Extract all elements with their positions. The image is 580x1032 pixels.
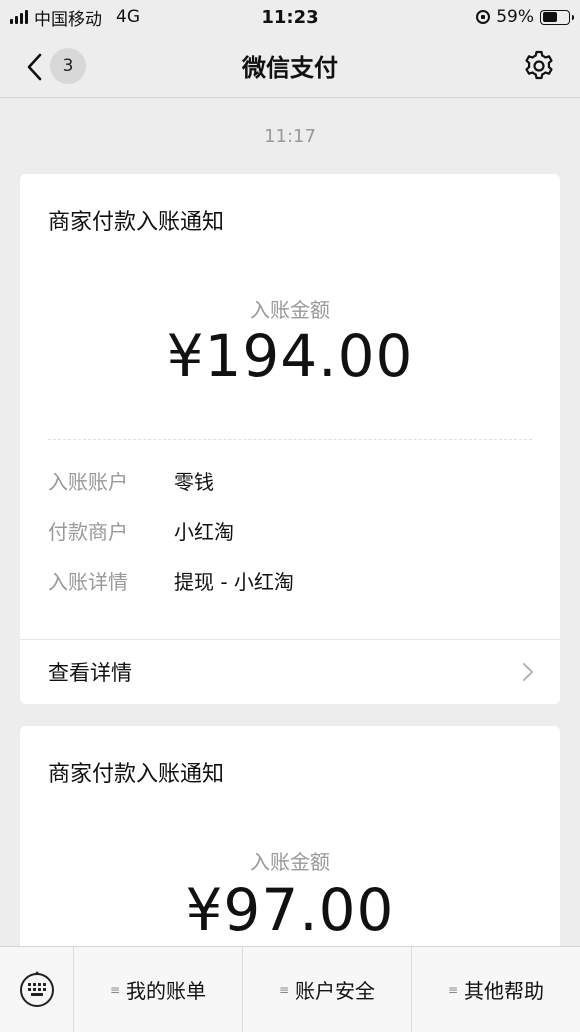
detail-value: 提现 - 小红淘	[174, 570, 294, 594]
detail-value: 零钱	[174, 470, 214, 494]
view-details-label: 查看详情	[48, 661, 132, 685]
card-title: 商家付款入账通知	[48, 210, 225, 235]
status-right: 59%	[476, 7, 574, 27]
dashed-divider	[48, 439, 532, 440]
menu-item-my-bills[interactable]: ≡ 我的账单	[74, 947, 243, 1032]
battery-icon	[540, 9, 574, 25]
menu-item-label: 我的账单	[126, 979, 207, 1003]
signal-icon	[10, 10, 28, 24]
detail-label: 付款商户	[48, 520, 128, 544]
status-left: 中国移动 4G	[10, 5, 140, 30]
keyboard-icon	[19, 970, 54, 1007]
settings-button[interactable]	[522, 49, 556, 83]
amount-label: 入账金额	[250, 298, 330, 322]
detail-label: 入账账户	[48, 470, 128, 494]
status-bar: 中国移动 4G 11:23 59%	[0, 0, 580, 34]
network-label: 4G	[116, 7, 140, 27]
nav-bar: 3 微信支付	[0, 34, 580, 98]
amount-value: ¥97.00	[185, 876, 395, 944]
menu-item-other-help[interactable]: ≡ 其他帮助	[412, 947, 580, 1032]
menu-list-icon: ≡	[447, 982, 459, 997]
card-title: 商家付款入账通知	[48, 762, 225, 787]
detail-value: 小红淘	[174, 520, 234, 544]
battery-percent: 59%	[496, 7, 534, 27]
menu-item-label: 账户安全	[295, 979, 376, 1003]
detail-row-info: 入账详情 提现 - 小红淘	[48, 566, 532, 596]
view-details-link[interactable]: 查看详情	[20, 640, 560, 704]
orientation-lock-icon	[476, 10, 491, 24]
bottom-menu: ≡ 我的账单 ≡ 账户安全 ≡ 其他帮助	[0, 946, 580, 1032]
amount-value: ¥194.00	[166, 322, 414, 390]
amount-label: 入账金额	[250, 850, 330, 874]
page-title: 微信支付	[242, 54, 338, 82]
detail-label: 入账详情	[48, 570, 128, 594]
detail-row-account: 入账账户 零钱	[48, 466, 532, 496]
payment-notification-card[interactable]: 商家付款入账通知 入账金额 ¥194.00 入账账户 零钱 付款商户 小红淘 入…	[20, 174, 560, 704]
carrier-label: 中国移动	[34, 9, 102, 30]
menu-list-icon: ≡	[109, 982, 121, 997]
gear-icon	[525, 50, 553, 80]
menu-list-icon: ≡	[278, 982, 290, 997]
keyboard-toggle-button[interactable]	[0, 947, 74, 1032]
battery-fill	[542, 12, 558, 22]
chevron-right-icon	[523, 663, 533, 681]
menu-item-account-security[interactable]: ≡ 账户安全	[243, 947, 412, 1032]
menu-item-label: 其他帮助	[464, 979, 545, 1003]
detail-row-merchant: 付款商户 小红淘	[48, 516, 532, 546]
message-timestamp: 11:17	[264, 126, 316, 147]
